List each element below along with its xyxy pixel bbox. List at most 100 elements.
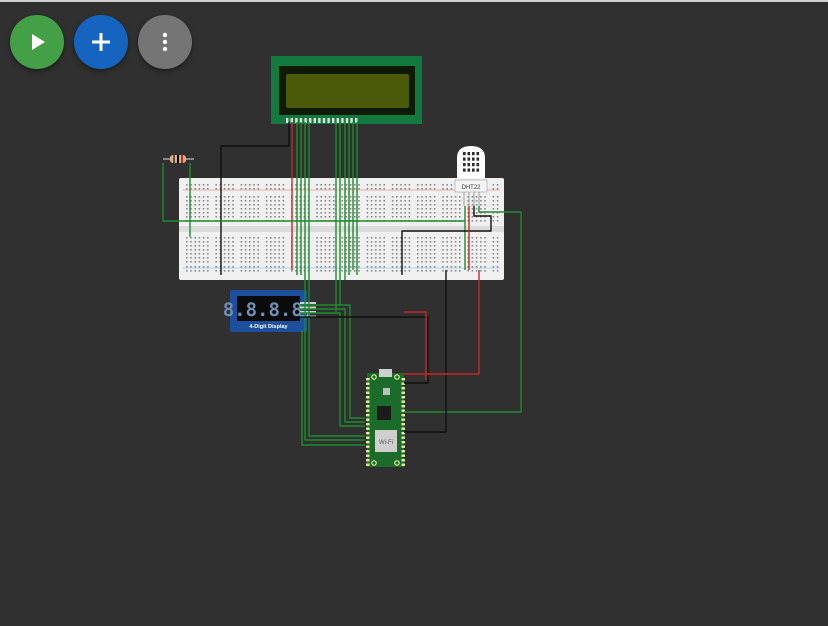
breadboard-hole <box>320 245 322 247</box>
breadboard-hole <box>379 241 381 243</box>
dht22-vent <box>476 168 480 172</box>
breadboard-hole <box>253 216 255 218</box>
black-wire[interactable] <box>300 316 429 384</box>
breadboard-hole <box>366 188 369 190</box>
breadboard-hole <box>274 253 276 255</box>
breadboard-hole <box>421 253 423 255</box>
breadboard-hole <box>408 200 411 202</box>
pico-pin <box>401 436 405 439</box>
breadboard-hole <box>459 266 461 268</box>
breadboard-hole <box>404 200 406 202</box>
resistor[interactable] <box>163 155 194 163</box>
breadboard-hole <box>202 184 205 186</box>
breadboard-hole <box>425 266 427 268</box>
breadboard-hole <box>454 261 457 263</box>
breadboard-hole <box>278 245 280 247</box>
breadboard-hole <box>379 196 381 198</box>
breadboard-hole <box>396 212 398 214</box>
green-wire[interactable] <box>301 330 365 446</box>
breadboard-hole <box>232 184 234 186</box>
breadboard-hole <box>349 212 352 214</box>
breadboard-hole <box>396 208 398 210</box>
breadboard-hole <box>459 270 461 272</box>
breadboard-hole <box>480 241 482 243</box>
breadboard-hole <box>240 208 243 210</box>
breadboard-hole <box>484 200 486 202</box>
seven-segment-pin <box>300 302 316 304</box>
breadboard-hole <box>291 270 293 272</box>
dht22-vent <box>467 152 471 156</box>
breadboard-hole <box>349 204 352 206</box>
red-wire[interactable] <box>404 311 427 380</box>
lcd-display[interactable] <box>271 56 422 124</box>
breadboard-hole <box>228 212 230 214</box>
breadboard-hole <box>391 184 394 186</box>
green-wire[interactable] <box>300 304 365 419</box>
circuit-canvas[interactable]: DHT22 8.8.8.8. 4-Digit Display Wi-Fi <box>0 0 828 626</box>
breadboard-hole <box>232 261 234 263</box>
red-wire[interactable] <box>404 270 480 375</box>
pico-pin <box>366 414 370 417</box>
breadboard-hole <box>442 261 444 263</box>
breadboard-hole <box>320 266 322 268</box>
breadboard-hole <box>471 270 474 272</box>
breadboard-hole <box>442 208 444 210</box>
breadboard-hole <box>345 204 348 206</box>
breadboard-hole <box>202 266 205 268</box>
breadboard-hole <box>278 204 280 206</box>
breadboard-hole <box>480 266 482 268</box>
pico-pin <box>401 427 405 430</box>
breadboard-hole <box>278 253 280 255</box>
breadboard-hole <box>333 237 335 239</box>
breadboard-hole <box>198 188 201 190</box>
breadboard-hole <box>232 270 234 272</box>
breadboard-hole <box>320 200 322 202</box>
breadboard-hole <box>249 241 251 243</box>
pico-pin <box>366 387 370 390</box>
breadboard-hole <box>421 184 423 186</box>
dht22-vent <box>476 163 480 167</box>
breadboard-hole <box>278 266 280 268</box>
breadboard-hole <box>345 249 348 251</box>
breadboard-hole <box>429 188 432 190</box>
breadboard[interactable] <box>179 178 504 280</box>
breadboard-hole <box>249 266 251 268</box>
black-wire[interactable] <box>404 270 447 433</box>
breadboard-hole <box>345 200 348 202</box>
breadboard-hole <box>316 241 318 243</box>
breadboard-hole <box>194 257 196 259</box>
dht22-vent <box>463 163 466 167</box>
breadboard-hole <box>450 208 453 210</box>
breadboard-hole <box>349 253 352 255</box>
breadboard-hole <box>333 196 335 198</box>
breadboard-hole <box>408 270 411 272</box>
breadboard-hole <box>223 196 226 198</box>
breadboard-hole <box>249 270 251 272</box>
breadboard-hole <box>366 200 369 202</box>
breadboard-hole <box>429 200 432 202</box>
breadboard-hole <box>324 253 327 255</box>
breadboard-hole <box>366 216 369 218</box>
breadboard-hole <box>446 196 448 198</box>
dht22-vent <box>463 157 466 161</box>
breadboard-hole <box>278 249 280 251</box>
breadboard-hole <box>328 257 331 259</box>
seven-segment-display[interactable]: 8.8.8.8. 4-Digit Display <box>223 290 316 332</box>
breadboard-hole <box>379 257 381 259</box>
breadboard-hole <box>253 196 255 198</box>
green-wire[interactable] <box>304 122 365 441</box>
pico-pin <box>366 409 370 412</box>
breadboard-hole <box>450 241 453 243</box>
breadboard-hole <box>475 204 478 206</box>
breadboard-hole <box>274 200 276 202</box>
breadboard-hole <box>496 196 499 198</box>
green-wire[interactable] <box>300 308 365 423</box>
pico-w-board[interactable]: Wi-Fi <box>366 369 405 467</box>
green-wire[interactable] <box>300 312 365 427</box>
breadboard-hole <box>408 245 411 247</box>
breadboard-hole <box>454 241 457 243</box>
breadboard-hole <box>421 270 423 272</box>
breadboard-hole <box>454 249 457 251</box>
breadboard-hole <box>484 245 486 247</box>
breadboard-hole <box>253 270 255 272</box>
